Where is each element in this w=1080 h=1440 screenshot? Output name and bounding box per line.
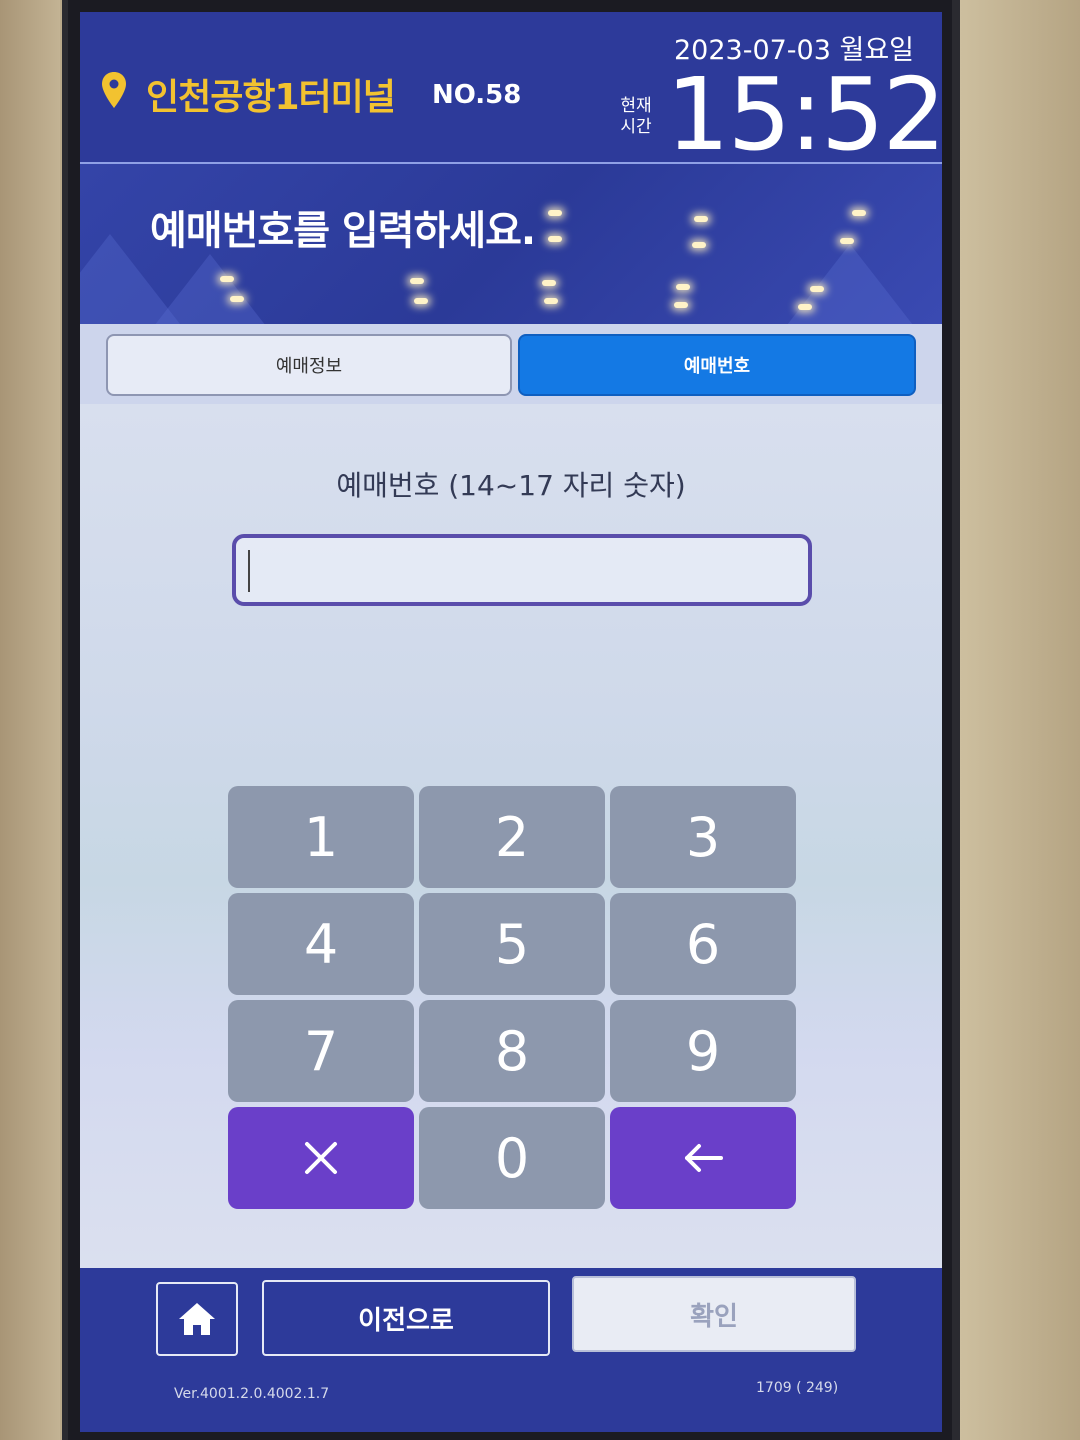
wall-right [960,0,1080,1440]
clear-button[interactable] [228,1107,414,1209]
booking-number-label: 예매번호 (14~17 자리 숫자) [336,469,686,502]
key-3[interactable]: 3 [610,786,796,888]
ceiling-light [220,276,234,282]
clear-icon [305,1142,337,1174]
map-pin-icon [102,72,126,108]
instruction-banner: 예매번호를 입력하세요. [80,164,942,324]
current-time-label-line2: 시간 [620,117,652,137]
station-name: 인천공항1터미널 [146,77,396,118]
header: 인천공항1터미널 NO.58 2023-07-03 월요일 현재 시간 15:5… [80,12,942,173]
text-cursor [248,550,250,592]
ceiling-light [414,298,428,304]
counter-text: 1709 ( 249) [756,1380,839,1396]
key-8[interactable]: 8 [419,1000,605,1102]
current-time-label: 현재 시간 [616,96,656,138]
key-6[interactable]: 6 [610,893,796,995]
ceiling-light [548,236,562,242]
current-time: 15:52 [666,56,942,173]
backspace-button[interactable] [610,1107,796,1209]
station-number: NO.58 [432,80,522,110]
confirm-button[interactable]: 확인 [572,1276,856,1352]
kiosk-screen: 인천공항1터미널 NO.58 2023-07-03 월요일 현재 시간 15:5… [80,12,942,1432]
footer: 이전으로 확인 Ver.4001.2.0.4002.1.7 1709 ( 249… [80,1268,942,1432]
tab-booking-info[interactable]: 예매정보 [106,334,512,396]
ceiling-light [674,302,688,308]
instruction-title: 예매번호를 입력하세요. [150,208,536,254]
ceiling-light [798,304,812,310]
booking-number-input[interactable] [232,534,812,606]
numeric-keypad: 1 2 3 4 5 6 7 8 9 0 [228,786,796,1210]
current-time-label-line1: 현재 [620,96,652,116]
key-4[interactable]: 4 [228,893,414,995]
ceiling-light [840,238,854,244]
key-2[interactable]: 2 [419,786,605,888]
version-text: Ver.4001.2.0.4002.1.7 [174,1386,330,1402]
key-7[interactable]: 7 [228,1000,414,1102]
banner-decoration [140,254,280,324]
ceiling-light [852,210,866,216]
ceiling-light [676,284,690,290]
key-5[interactable]: 5 [419,893,605,995]
ceiling-light [410,278,424,284]
ceiling-light [810,286,824,292]
ceiling-light [694,216,708,222]
key-1[interactable]: 1 [228,786,414,888]
ceiling-light [548,210,562,216]
banner-decoration [780,244,920,324]
tab-booking-number[interactable]: 예매번호 [518,334,916,396]
wall-left [0,0,60,1440]
ceiling-light [544,298,558,304]
ceiling-light [692,242,706,248]
tab-bar: 예매정보 예매번호 [80,324,942,404]
key-0[interactable]: 0 [419,1107,605,1209]
backspace-icon [685,1144,723,1172]
home-icon [179,1303,215,1335]
key-9[interactable]: 9 [610,1000,796,1102]
previous-button[interactable]: 이전으로 [262,1280,550,1356]
input-panel: 예매번호 (14~17 자리 숫자) 1 2 3 4 5 6 7 8 9 0 [80,404,942,1272]
home-button[interactable] [156,1282,238,1356]
ceiling-light [230,296,244,302]
ceiling-light [542,280,556,286]
